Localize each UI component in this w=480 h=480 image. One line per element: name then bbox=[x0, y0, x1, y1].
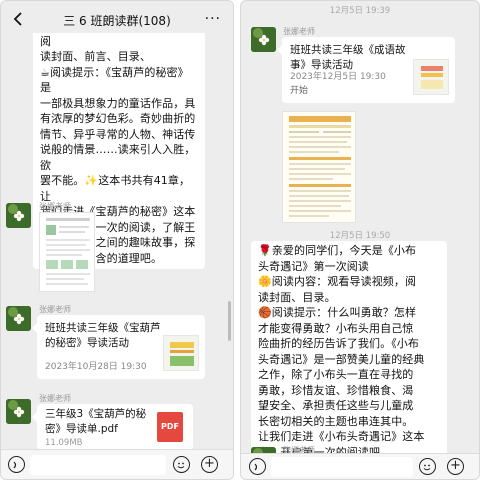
file-name: 三年级3《宝葫芦的秘密》导读单.pdf bbox=[45, 408, 147, 435]
book-thumbnail-icon bbox=[170, 342, 194, 366]
message-line: 长密切相关的主题也串连其中。 bbox=[258, 414, 414, 428]
activity-link-card[interactable]: 班班共读三年级《宝葫芦的秘密》导读活动 2023年10月28日 19:30 bbox=[32, 315, 205, 379]
message-line: 头奇遇记》是一部赞美儿童的经典 bbox=[258, 352, 425, 366]
message-line: 罢不能。✨这本书共有41章，让 bbox=[40, 174, 191, 203]
card-status: 开始 bbox=[290, 86, 309, 96]
message-line: 才能变得勇敢？小布头用自己惊 bbox=[258, 321, 414, 335]
right-chat-window: 12月5日 19:39 张娜老师 班班共读三年级《成语故事》导读活动 2023年… bbox=[240, 0, 480, 480]
message-input[interactable] bbox=[30, 455, 166, 475]
message-line: 读封面、前言、目录、 bbox=[40, 50, 151, 63]
message-line: 🌼阅读内容：观看导读视频，阅 bbox=[258, 275, 417, 288]
card-thumbnail bbox=[163, 335, 199, 371]
screenshot-collage: 三 6 班朗读群(108) ··· 👋阅读内容：观看导读视频，阅 读封面、前言、… bbox=[0, 0, 480, 480]
sender-avatar[interactable] bbox=[6, 399, 31, 424]
sender-avatar[interactable] bbox=[6, 203, 31, 228]
message-line: 说般的情景……读来引人入胜，欲 bbox=[40, 143, 196, 172]
sender-name: 张娜老师 bbox=[283, 27, 315, 36]
activity-link-card[interactable]: 班班共读三年级《成语故事》导读活动 2023年12月5日 19:30 开始 bbox=[277, 37, 455, 103]
voice-input-icon[interactable] bbox=[249, 458, 266, 475]
file-size: 11.09MB bbox=[45, 438, 83, 448]
activity-poster-image[interactable] bbox=[282, 111, 356, 223]
message-line: 读封面、目录。 bbox=[258, 290, 336, 304]
book-thumbnail-icon bbox=[421, 66, 443, 89]
message-line: 有浓厚的梦幻色彩。奇妙曲折的 bbox=[40, 112, 196, 125]
message-line: 头奇遇记》第一次阅读 bbox=[258, 259, 369, 273]
poster-preview-icon bbox=[283, 112, 355, 222]
left-chat-window: 三 6 班朗读群(108) ··· 👋阅读内容：观看导读视频，阅 读封面、前言、… bbox=[0, 0, 234, 480]
chat-title: 三 6 班朗读群(108) bbox=[63, 14, 171, 28]
pdf-file-card[interactable]: 三年级3《宝葫芦的秘密》导读单.pdf 11.09MB PDF bbox=[32, 404, 193, 450]
message-line: 情节、异乎寻常的人物、神话传 bbox=[40, 127, 196, 141]
card-thumbnail bbox=[413, 59, 449, 95]
message-line: 险曲折的经历告诉了我们。《小布 bbox=[258, 337, 419, 350]
sender-name: 张娜老师 bbox=[39, 394, 71, 403]
card-title: 班班共读三年级《宝葫芦的秘密》导读活动 bbox=[45, 322, 161, 349]
message-input-bar: + bbox=[1, 449, 233, 479]
emoji-icon[interactable] bbox=[173, 456, 190, 473]
card-date: 2023年10月28日 19:30 bbox=[45, 362, 147, 372]
message-line: 🌹亲爱的同学们，今天是《小布 bbox=[258, 244, 417, 257]
message-line: 一部极具想象力的童话作品，具 bbox=[40, 96, 196, 110]
sender-name: 张娜老师 bbox=[39, 305, 71, 314]
chat-header-overlay: 三 6 班朗读群(108) ··· bbox=[1, 1, 233, 33]
message-input[interactable] bbox=[271, 457, 413, 477]
plus-icon[interactable]: + bbox=[447, 458, 464, 475]
message-line: 🏀阅读提示：什么叫勇敢？怎样 bbox=[258, 306, 417, 319]
message-line: 勇敢，珍惜友谊、珍惜粮食、渴 bbox=[258, 383, 414, 397]
message-line: 之作，除了小布头一直在寻找的 bbox=[258, 368, 414, 381]
message-line: 让我们走进《小布头奇遇记》这本 bbox=[258, 430, 425, 443]
flower-avatar-icon bbox=[6, 306, 31, 331]
flower-avatar-icon bbox=[6, 203, 31, 228]
message-input-bar: + bbox=[241, 453, 479, 479]
bubble-tail bbox=[32, 323, 37, 333]
timestamp: 12月5日 19:50 bbox=[329, 231, 391, 241]
bubble-tail bbox=[32, 412, 37, 422]
flower-avatar-icon bbox=[6, 399, 31, 424]
more-options-icon[interactable]: ··· bbox=[205, 11, 221, 27]
timestamp: 12月5日 19:39 bbox=[329, 6, 391, 16]
pdf-file-icon: PDF bbox=[157, 412, 183, 442]
bubble-tail bbox=[277, 45, 282, 55]
sender-avatar[interactable] bbox=[6, 306, 31, 331]
plus-icon[interactable]: + bbox=[201, 456, 218, 473]
scrollbar-thumb[interactable] bbox=[228, 301, 231, 341]
reading-sheet-image[interactable] bbox=[39, 212, 95, 292]
message-bubble-text[interactable]: 🌹亲爱的同学们，今天是《小布 头奇遇记》第一次阅读 🌼阅读内容：观看导读视频，阅… bbox=[251, 241, 447, 462]
document-preview-icon bbox=[40, 213, 94, 291]
message-line: 望安全、承担责任这些与儿童成 bbox=[258, 399, 414, 412]
flower-avatar-icon bbox=[251, 27, 276, 52]
card-date: 2023年12月5日 19:30 bbox=[290, 72, 386, 82]
emoji-icon[interactable] bbox=[419, 458, 436, 475]
voice-input-icon[interactable] bbox=[8, 456, 25, 473]
message-line: ☕阅读提示：《宝葫芦的秘密》是 bbox=[40, 65, 189, 95]
sender-avatar[interactable] bbox=[251, 27, 276, 52]
pdf-badge: PDF bbox=[161, 422, 179, 431]
sender-name: 张娜老师 bbox=[39, 202, 71, 211]
